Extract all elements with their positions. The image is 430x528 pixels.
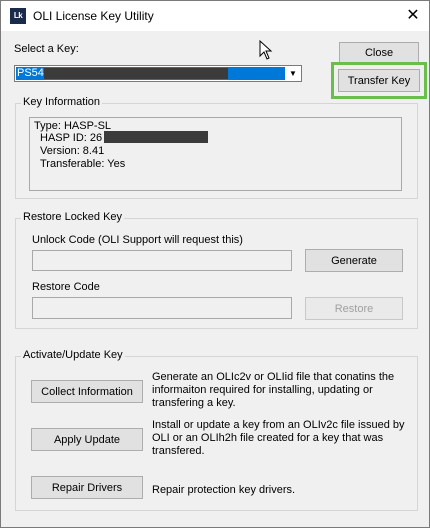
key-select-dropdown[interactable]: PS54 ▼ bbox=[14, 65, 302, 82]
select-key-label: Select a Key: bbox=[14, 43, 79, 55]
close-button-label: Close bbox=[364, 47, 394, 59]
restore-code-label: Restore Code bbox=[32, 281, 100, 293]
generate-button[interactable]: Generate bbox=[305, 249, 403, 272]
hasp-id-text: HASP ID: 26 bbox=[40, 132, 103, 144]
app-icon: Lk bbox=[10, 8, 26, 24]
transfer-key-button[interactable]: Transfer Key bbox=[338, 69, 420, 92]
license-key-utility-window: Lk OLI License Key Utility ✕ Select a Ke… bbox=[0, 0, 430, 528]
key-select-selected: PS54 bbox=[16, 67, 285, 80]
restore-button[interactable]: Restore bbox=[305, 297, 403, 320]
title-bar: Lk OLI License Key Utility ✕ bbox=[1, 1, 429, 31]
collect-information-button[interactable]: Collect Information bbox=[31, 380, 143, 403]
key-information-title: Key Information bbox=[21, 96, 103, 108]
repair-drivers-label: Repair Drivers bbox=[51, 481, 123, 494]
generate-label: Generate bbox=[331, 254, 377, 267]
apply-update-description: Install or update a key from an OLIv2c f… bbox=[152, 419, 405, 457]
close-button[interactable]: Close bbox=[339, 42, 419, 64]
close-window-icon[interactable]: ✕ bbox=[399, 4, 427, 28]
collect-information-label: Collect Information bbox=[41, 385, 133, 398]
restore-code-field[interactable] bbox=[32, 297, 292, 319]
activate-update-title: Activate/Update Key bbox=[21, 349, 125, 361]
unlock-code-field[interactable] bbox=[32, 250, 292, 271]
version-text: Version: 8.41 bbox=[40, 145, 105, 157]
key-type-text: Type: HASP-SL bbox=[34, 120, 112, 132]
unlock-code-label: Unlock Code (OLI Support will request th… bbox=[32, 234, 243, 246]
redacted-hasp-id bbox=[104, 131, 208, 143]
window-title: OLI License Key Utility bbox=[33, 9, 154, 23]
repair-drivers-button[interactable]: Repair Drivers bbox=[31, 476, 143, 499]
restore-label: Restore bbox=[334, 302, 374, 315]
collect-information-description: Generate an OLIc2v or OLIid file that co… bbox=[152, 371, 395, 409]
transfer-key-label: Transfer Key bbox=[347, 74, 411, 87]
chevron-down-icon[interactable]: ▼ bbox=[286, 67, 300, 80]
key-information-panel: Type: HASP-SL HASP ID: 26 Version: 8.41 … bbox=[29, 117, 402, 191]
transferable-text: Transferable: Yes bbox=[40, 158, 126, 170]
mouse-cursor-icon bbox=[259, 40, 273, 60]
restore-locked-key-title: Restore Locked Key bbox=[21, 211, 125, 223]
key-select-value: PS54 bbox=[17, 67, 44, 79]
repair-drivers-description: Repair protection key drivers. bbox=[152, 484, 296, 496]
apply-update-button[interactable]: Apply Update bbox=[31, 428, 143, 451]
redacted-key-id bbox=[44, 68, 228, 79]
apply-update-label: Apply Update bbox=[53, 433, 121, 446]
